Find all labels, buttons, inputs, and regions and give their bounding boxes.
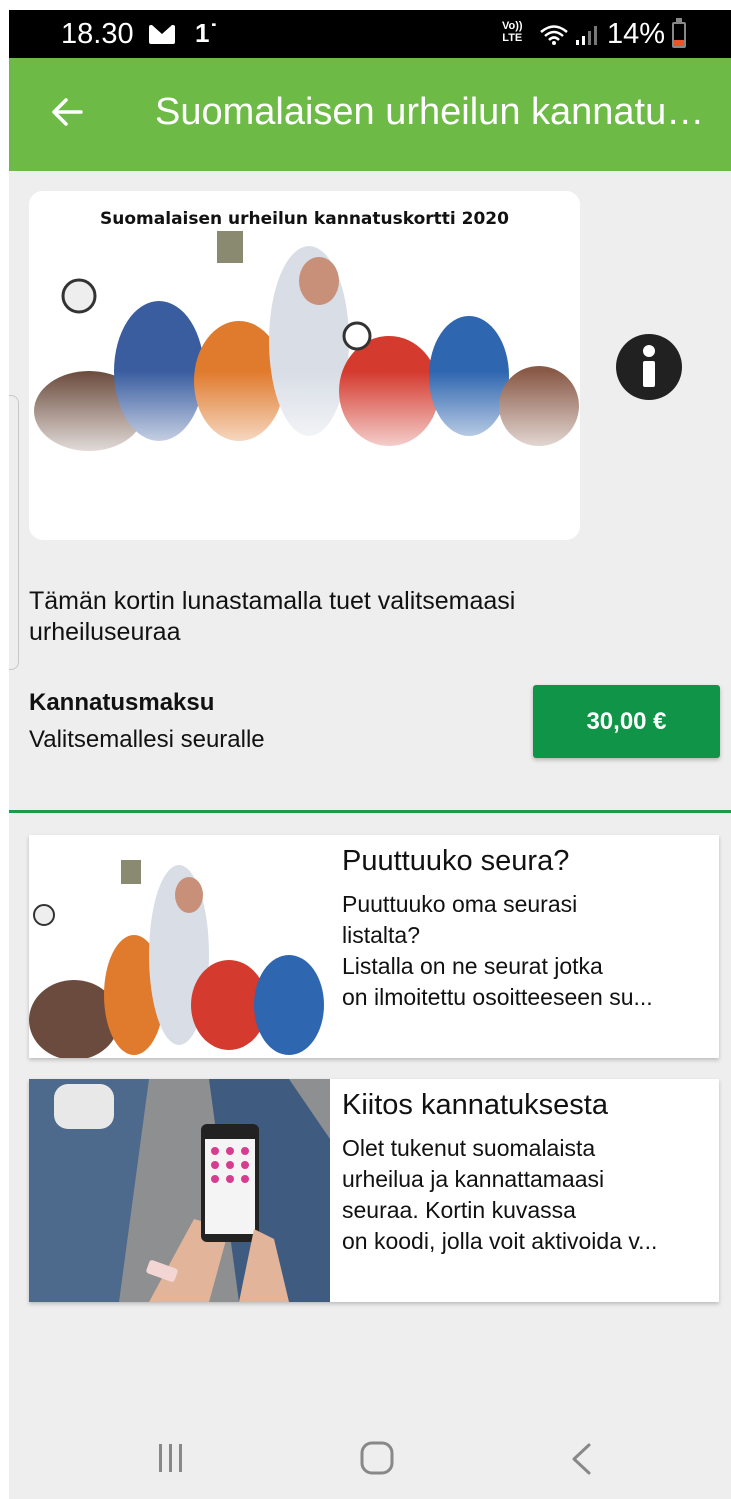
home-icon[interactable]	[359, 1440, 395, 1476]
notification-count: 1˙	[195, 18, 219, 48]
sports-collage-thumbnail	[29, 835, 330, 1058]
card-line: listalta?	[342, 922, 420, 948]
card-line: Listalla on ne seurat jotka	[342, 953, 603, 979]
wifi-icon	[540, 25, 568, 45]
volte-icon: Vo)) LTE	[502, 20, 523, 44]
arrow-left-icon[interactable]	[49, 94, 85, 130]
recent-apps-icon[interactable]	[155, 1442, 187, 1474]
page-title: Suomalaisen urheilun kannatuskortti 2020	[155, 91, 715, 133]
card-line: on ilmoitettu osoitteeseen su...	[342, 984, 653, 1010]
card-caption: Suomalaisen urheilun kannatuskortti 2020	[100, 209, 509, 229]
card-image: Suomalaisen urheilun kannatuskortti 2020	[29, 191, 580, 540]
info-icon[interactable]	[615, 333, 683, 401]
edge-panel-handle[interactable]	[9, 395, 19, 670]
card-title: Puuttuuko seura?	[342, 845, 570, 877]
status-bar: 18.30 1˙ Vo)) LTE 14%	[9, 10, 731, 58]
app-screen: 18.30 1˙ Vo)) LTE 14% Suomalaisen urheilu…	[9, 10, 731, 1499]
system-nav-bar	[9, 1410, 731, 1499]
back-icon[interactable]	[569, 1442, 593, 1476]
section-divider	[9, 810, 731, 813]
card-line: urheilua ja kannattamaasi	[342, 1166, 605, 1192]
card-line: on koodi, jolla voit aktivoida v...	[342, 1228, 658, 1254]
card-body: Puuttuuko oma seurasi listalta? Listalla…	[342, 889, 707, 1013]
card-line: seuraa. Kortin kuvassa	[342, 1197, 576, 1223]
sports-collage-image	[29, 191, 580, 471]
signal-icon	[576, 26, 597, 45]
card-line: Olet tukenut suomalaista	[342, 1135, 596, 1161]
battery-icon	[672, 18, 686, 48]
buy-price-button[interactable]: 30,00 €	[533, 685, 720, 758]
thank-you-card[interactable]: Kiitos kannatuksesta Olet tukenut suomal…	[29, 1079, 719, 1302]
missing-club-card[interactable]: Puuttuuko seura? Puuttuuko oma seurasi l…	[29, 835, 719, 1058]
fee-subtitle: Valitsemallesi seuralle	[29, 726, 265, 753]
card-line: Puuttuuko oma seurasi	[342, 891, 578, 917]
status-time: 18.30	[61, 18, 134, 50]
card-title: Kiitos kannatuksesta	[342, 1089, 608, 1121]
phone-in-hand-photo	[29, 1079, 330, 1302]
fee-label: Kannatusmaksu	[29, 689, 215, 716]
mail-icon	[149, 25, 175, 44]
app-bar: Suomalaisen urheilun kannatuskortti 2020	[9, 58, 731, 171]
battery-percent: 14%	[607, 18, 666, 50]
card-description: Tämän kortin lunastamalla tuet valitsema…	[29, 587, 516, 646]
card-body: Olet tukenut suomalaista urheilua ja kan…	[342, 1133, 707, 1257]
